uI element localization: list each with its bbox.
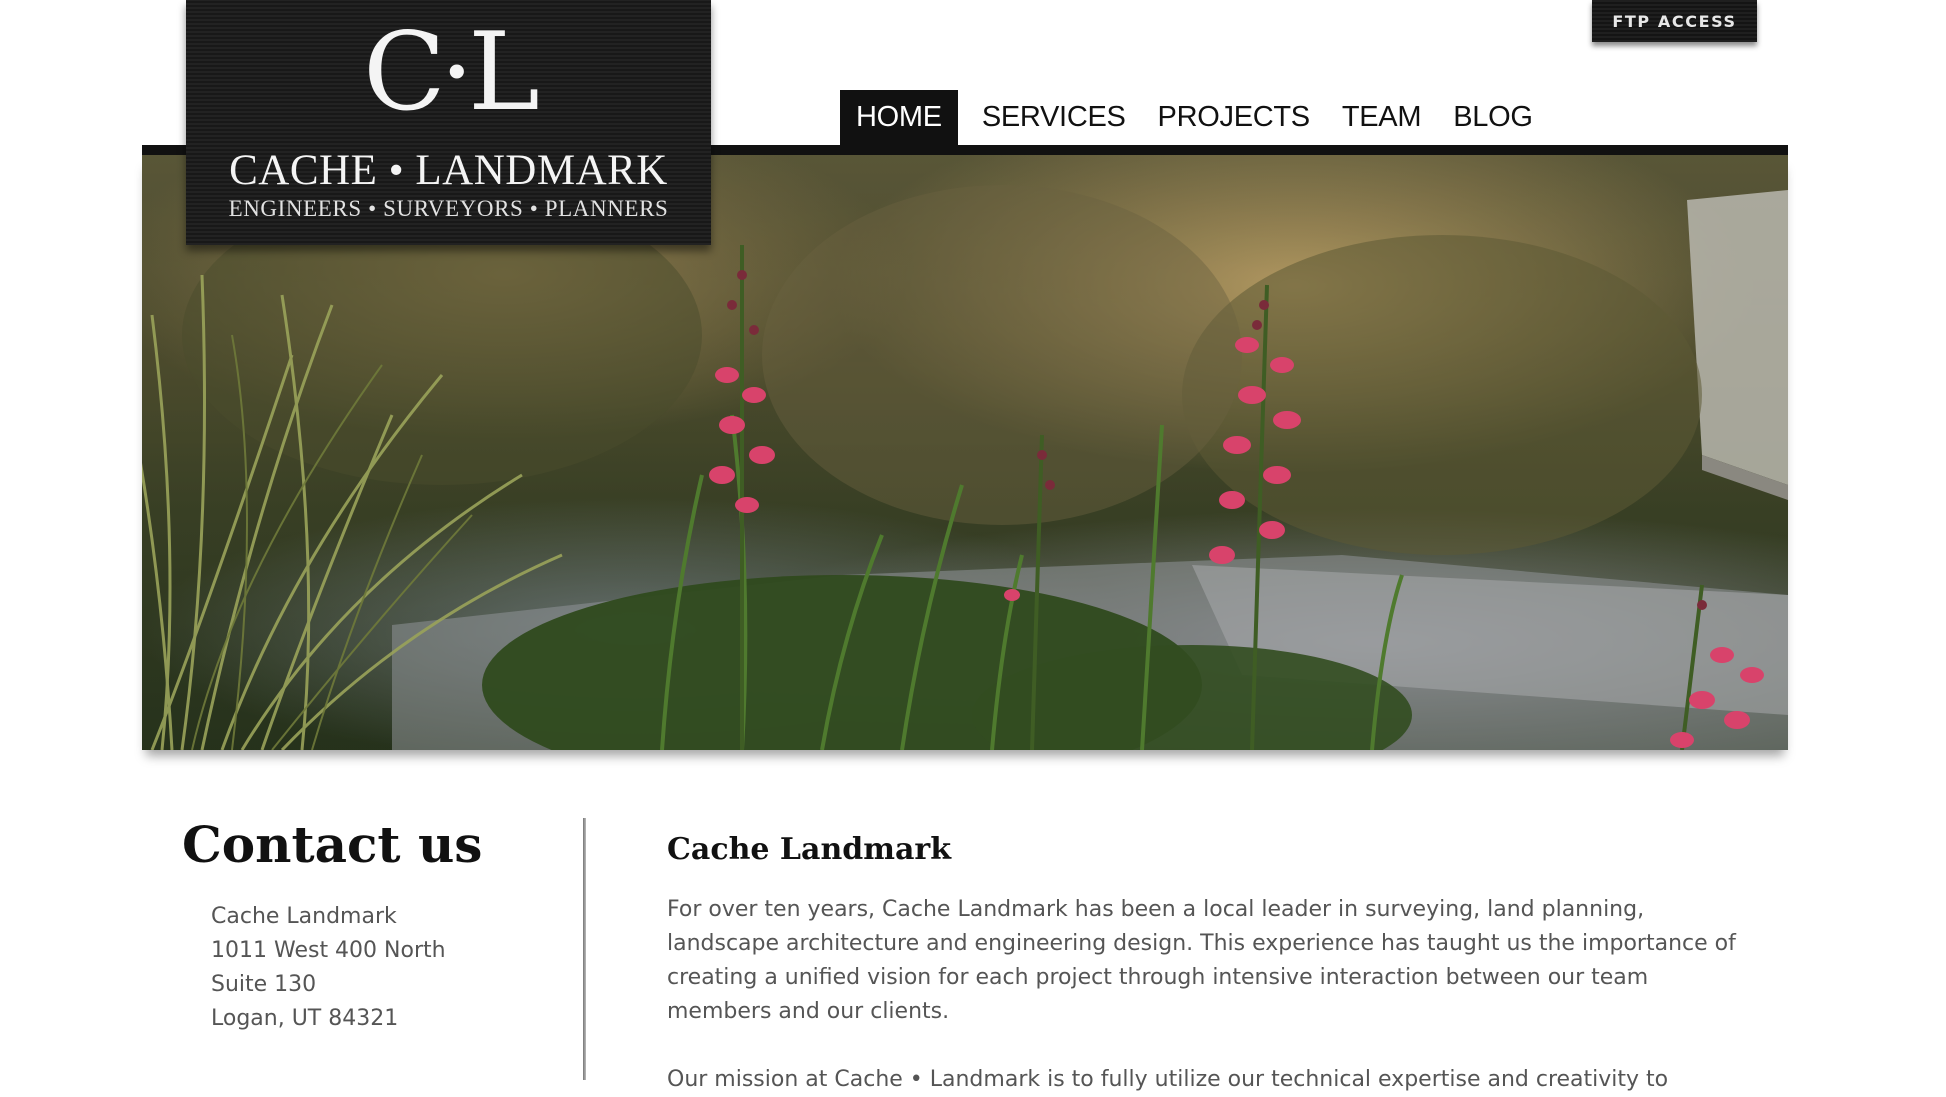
contact-address: Cache Landmark 1011 West 400 North Suite…	[211, 900, 446, 1036]
address-line: Cache Landmark	[211, 904, 397, 929]
mission-paragraph: Our mission at Cache • Landmark is to fu…	[667, 1067, 1669, 1092]
main-heading: Cache Landmark	[667, 832, 952, 867]
logo-company-name: CACHE • LANDMARK	[229, 147, 668, 194]
main-nav: HOME SERVICES PROJECTS TEAM BLOG	[840, 90, 1549, 145]
page: FTP ACCESS HOME SERVICES PROJECTS TEAM B…	[0, 0, 1946, 1092]
address-line: 1011 West 400 North	[211, 938, 446, 963]
nav-services[interactable]: SERVICES	[966, 90, 1142, 145]
address-line: Suite 130	[211, 972, 317, 997]
ftp-access-button[interactable]: FTP ACCESS	[1592, 0, 1757, 42]
nav-home[interactable]: HOME	[840, 90, 958, 145]
logo-tagline: ENGINEERS • SURVEYORS • PLANNERS	[228, 196, 669, 221]
address-line: Logan, UT 84321	[211, 1006, 399, 1031]
nav-team[interactable]: TEAM	[1326, 90, 1437, 145]
logo-monogram: C·L	[363, 10, 540, 135]
company-logo[interactable]: C·L CACHE • LANDMARK ENGINEERS • SURVEYO…	[186, 0, 711, 245]
nav-projects[interactable]: PROJECTS	[1142, 90, 1326, 145]
nav-blog[interactable]: BLOG	[1437, 90, 1548, 145]
column-divider	[583, 818, 586, 1080]
intro-paragraph: For over ten years, Cache Landmark has b…	[667, 897, 1736, 1024]
contact-heading: Contact us	[182, 815, 483, 874]
